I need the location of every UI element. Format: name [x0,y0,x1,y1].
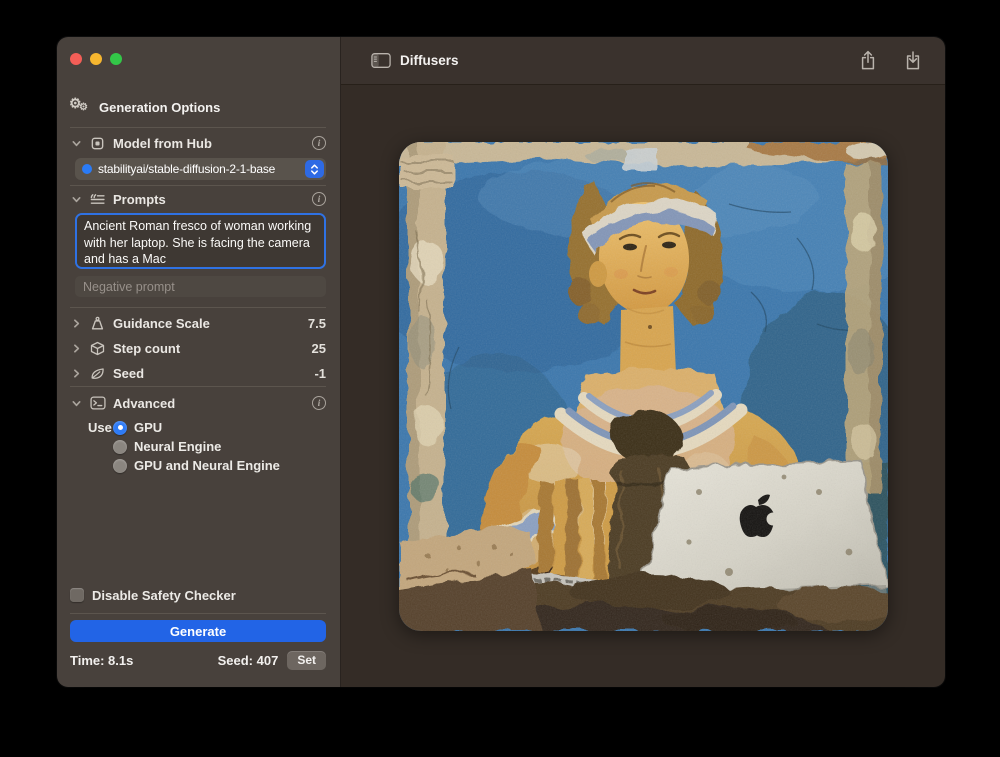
download-icon[interactable] [903,50,923,72]
section-model-from-hub[interactable]: Model from Hub i [70,130,326,156]
zoom-button[interactable] [110,53,122,65]
app-window: ⚙⚙ Generation Options Model from Hub i s… [57,37,945,687]
cpu-icon [89,136,106,151]
time-status: Time: 8.1s [70,653,133,668]
model-status-dot [82,164,92,174]
radio-gpu-and-neural-engine[interactable] [113,459,127,473]
step-count-label: Step count [113,341,180,356]
safety-checker-row: Disable Safety Checker [70,586,326,604]
seed-label: Seed [113,366,144,381]
chevron-right-icon[interactable] [70,343,82,354]
prompts-label: Prompts [113,192,166,207]
chevron-down-icon[interactable] [70,138,82,149]
titlebar: Diffusers [341,37,945,85]
weight-scale-icon [89,316,106,331]
leaf-icon [89,366,106,381]
status-bar: Time: 8.1s Seed: 407 Set [70,651,326,670]
disable-safety-checker-checkbox[interactable] [70,588,84,602]
share-icon[interactable] [858,50,878,72]
section-prompts[interactable]: Prompts i [70,186,326,212]
sidebar-header: ⚙⚙ Generation Options [70,98,326,116]
model-label: Model from Hub [113,136,212,151]
terminal-icon [89,396,106,410]
traffic-lights [70,53,326,65]
sidebar: ⚙⚙ Generation Options Model from Hub i s… [57,37,341,687]
section-advanced[interactable]: Advanced i [70,390,326,416]
use-label: Use [88,420,113,435]
guidance-label: Guidance Scale [113,316,210,331]
gears-icon: ⚙⚙ [70,98,90,116]
cube-icon [89,341,106,356]
divider [70,386,326,387]
close-button[interactable] [70,53,82,65]
chevron-down-icon[interactable] [70,398,82,409]
guidance-value: 7.5 [308,316,326,331]
section-seed[interactable]: Seed -1 [70,361,326,386]
chevron-right-icon[interactable] [70,318,82,329]
section-guidance-scale[interactable]: Guidance Scale 7.5 [70,311,326,336]
radio-neural-engine[interactable] [113,440,127,454]
radio-gpu-label: GPU [134,420,162,435]
radio-gpu-and-neural-engine-label: GPU and Neural Engine [134,458,280,473]
info-icon[interactable]: i [312,396,326,410]
prompt-input[interactable]: Ancient Roman fresco of woman working wi… [75,213,326,269]
radio-neural-engine-label: Neural Engine [134,439,221,454]
set-seed-button[interactable]: Set [287,651,326,670]
sidebar-toggle-icon[interactable] [371,50,391,72]
radio-gpu[interactable] [113,421,127,435]
negative-prompt-input[interactable] [75,276,326,297]
step-count-value: 25 [312,341,326,356]
sidebar-title: Generation Options [99,100,220,115]
fresco-illustration [399,142,888,631]
compute-unit-group: Use GPU Neural Engine GPU and Neural Eng… [88,418,326,475]
divider [70,127,326,128]
seed-value: -1 [314,366,326,381]
minimize-button[interactable] [90,53,102,65]
image-canvas [341,85,945,687]
info-icon[interactable]: i [312,136,326,150]
seed-status: Seed: 407 [218,653,279,668]
main-area: Diffusers [341,37,945,687]
advanced-label: Advanced [113,396,175,411]
model-dropdown-value: stabilityai/stable-diffusion-2-1-base [98,162,305,176]
section-step-count[interactable]: Step count 25 [70,336,326,361]
generated-image[interactable] [399,142,888,631]
info-icon[interactable]: i [312,192,326,206]
generate-button[interactable]: Generate [70,620,326,642]
divider [70,307,326,308]
divider [70,613,326,614]
chevron-right-icon[interactable] [70,368,82,379]
chevron-down-icon[interactable] [70,194,82,205]
disable-safety-checker-label: Disable Safety Checker [92,588,236,603]
window-title: Diffusers [400,53,459,68]
model-dropdown[interactable]: stabilityai/stable-diffusion-2-1-base [75,158,326,180]
text-quote-icon [89,192,106,207]
up-down-chevrons-icon[interactable] [305,160,324,178]
